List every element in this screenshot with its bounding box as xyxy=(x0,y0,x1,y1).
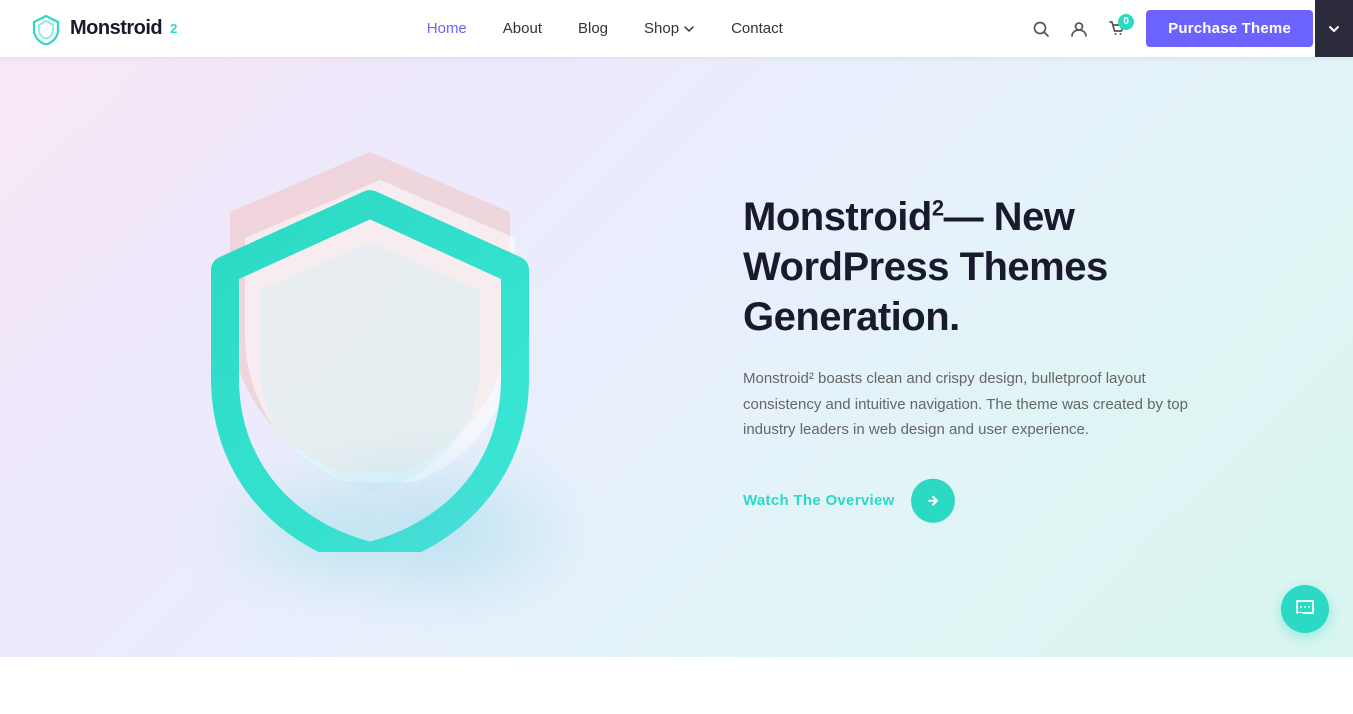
hero-cta: Watch The Overview xyxy=(743,478,1273,522)
hero-title: Monstroid2— New WordPress Themes Generat… xyxy=(743,192,1273,342)
nav-item-blog[interactable]: Blog xyxy=(578,20,608,37)
nav-item-about[interactable]: About xyxy=(503,20,542,37)
logo-text: Monstroid xyxy=(70,17,162,40)
nav-item-contact[interactable]: Contact xyxy=(731,20,783,37)
cart-button[interactable]: 0 xyxy=(1108,20,1126,38)
cart-badge: 0 xyxy=(1118,14,1134,30)
watch-overview-button[interactable] xyxy=(911,478,955,522)
navbar: Monstroid 2 Home About Blog Shop Contact xyxy=(0,0,1353,57)
hero-blob-2 xyxy=(210,472,410,592)
nav-links: Home About Blog Shop Contact xyxy=(427,20,783,38)
logo-sup: 2 xyxy=(170,21,177,36)
navbar-right: 0 Purchase Theme xyxy=(1032,10,1313,47)
arrow-right-icon xyxy=(926,493,940,507)
side-panel-chevron-icon xyxy=(1326,21,1342,37)
nav-item-shop[interactable]: Shop xyxy=(644,20,695,37)
hero-section: Monstroid2— New WordPress Themes Generat… xyxy=(0,57,1353,657)
nav-item-home[interactable]: Home xyxy=(427,20,467,37)
watch-overview-link[interactable]: Watch The Overview xyxy=(743,492,895,509)
search-button[interactable] xyxy=(1032,20,1050,38)
purchase-theme-button[interactable]: Purchase Theme xyxy=(1146,10,1313,47)
logo[interactable]: Monstroid 2 xyxy=(30,13,177,45)
user-icon xyxy=(1070,20,1088,38)
search-icon xyxy=(1032,20,1050,38)
user-button[interactable] xyxy=(1070,20,1088,38)
hero-graphic xyxy=(130,112,650,602)
side-panel-tab[interactable] xyxy=(1315,0,1353,57)
hero-description: Monstroid² boasts clean and crispy desig… xyxy=(743,366,1203,443)
chat-icon xyxy=(1293,597,1317,621)
chat-bubble[interactable] xyxy=(1281,585,1329,633)
hero-content: Monstroid2— New WordPress Themes Generat… xyxy=(743,192,1273,523)
logo-icon xyxy=(30,13,62,45)
chevron-down-icon xyxy=(683,23,695,35)
